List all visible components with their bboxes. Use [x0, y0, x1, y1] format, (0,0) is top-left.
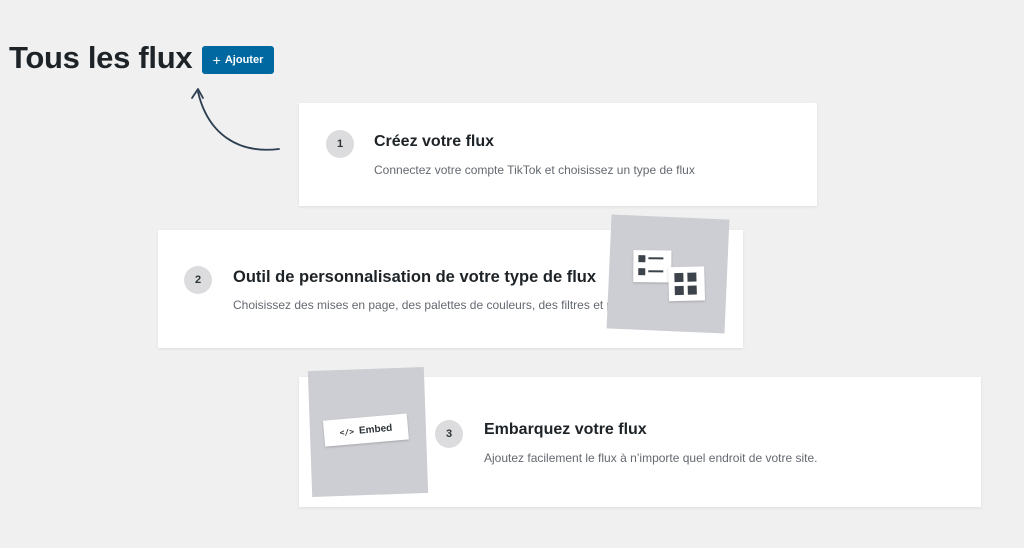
step-description: Ajoutez facilement le flux à n’importe q…: [484, 451, 818, 465]
code-icon: </>: [339, 426, 355, 437]
page-title: Tous les flux: [9, 40, 193, 75]
embed-label: Embed: [358, 422, 393, 437]
layout-illustration: [606, 214, 730, 334]
list-layout-icon: [633, 250, 672, 283]
step-title: Outil de personnalisation de votre type …: [233, 268, 597, 286]
add-feed-button[interactable]: + Ajouter: [202, 46, 274, 74]
grid-layout-icon: [668, 266, 706, 302]
step-title: Embarquez votre flux: [484, 421, 647, 438]
add-button-label: Ajouter: [224, 54, 264, 66]
embed-chip: </> Embed: [322, 413, 409, 447]
embed-illustration: </> Embed: [307, 367, 429, 497]
step-description: Connectez votre compte TikTok et choisis…: [374, 163, 695, 177]
step-number-badge: 2: [184, 266, 212, 294]
curved-arrow-icon: [191, 88, 280, 151]
step-number-badge: 1: [326, 130, 354, 158]
step-title: Créez votre flux: [374, 133, 495, 150]
step-number-badge: 3: [435, 420, 463, 448]
plus-icon: +: [212, 52, 221, 68]
step-card-1: 1 Créez votre flux Connectez votre compt…: [299, 103, 817, 206]
step-description: Choisissez des mises en page, des palett…: [233, 298, 611, 312]
